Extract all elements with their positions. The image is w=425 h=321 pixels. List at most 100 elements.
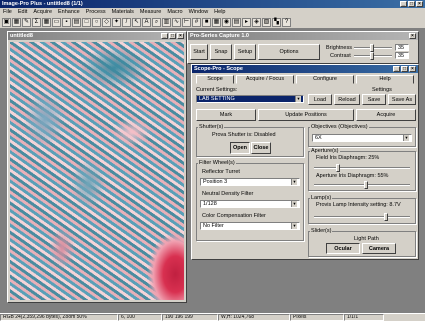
tab-scope[interactable]: Scope	[196, 75, 234, 84]
color-icon[interactable]: ■	[202, 17, 211, 27]
text-icon[interactable]: A	[142, 17, 151, 27]
plugin-icon[interactable]: ◈	[252, 17, 261, 27]
camera-button[interactable]: Camera	[362, 243, 396, 254]
menu-edit[interactable]: Edit	[18, 9, 27, 15]
camera-icon[interactable]: ▣	[2, 17, 11, 27]
menu-window[interactable]: Window	[189, 9, 209, 15]
contrast-label: Contrast	[330, 53, 351, 59]
menu-measure[interactable]: Measure	[140, 9, 161, 15]
pen-icon[interactable]: ✎	[22, 17, 31, 27]
menu-process[interactable]: Process	[86, 9, 106, 15]
nd-filter-value: 1/128	[203, 201, 217, 207]
apertures-label: Aperture(s)	[310, 148, 340, 154]
start-button[interactable]: Start	[190, 44, 208, 60]
menu-help[interactable]: Help	[214, 9, 225, 15]
field-iris-slider[interactable]	[314, 164, 410, 172]
layers-icon[interactable]: ▧	[262, 17, 271, 27]
brightness-slider-thumb[interactable]	[370, 44, 374, 52]
scope-close-button[interactable]: ×	[409, 66, 416, 72]
save-as-button[interactable]: Save As	[388, 94, 416, 105]
snap-button[interactable]: Snap	[210, 44, 232, 60]
update-positions-button[interactable]: Update Positions	[258, 109, 354, 121]
microscope-image[interactable]	[10, 42, 184, 300]
cc-filter-dropdown[interactable]: No Filter ▼	[200, 222, 300, 230]
tab-configure[interactable]: Configure	[296, 75, 354, 84]
menu-enhance[interactable]: Enhance	[58, 9, 80, 15]
chart-icon[interactable]: ▚	[272, 17, 281, 27]
scope-icon[interactable]: ◉	[222, 17, 231, 27]
folder-icon[interactable]: ▭	[52, 17, 61, 27]
cc-filter-label: Color Compensation Filter	[202, 213, 266, 219]
image-close-button[interactable]: ×	[177, 33, 184, 39]
aperture-iris-slider[interactable]	[314, 181, 410, 189]
status-info: RGB 24(2,359,296 bytes), Zoom 50%	[0, 314, 118, 321]
sigma-icon[interactable]: Σ	[32, 17, 41, 27]
table-icon[interactable]: ▦	[212, 17, 221, 27]
lamp-thumb[interactable]	[384, 213, 388, 221]
current-settings-dropdown[interactable]: LAB SETTING ▼	[196, 95, 304, 103]
setup-button[interactable]: Setup	[234, 44, 256, 60]
scope-maximize-button[interactable]: □	[401, 66, 408, 72]
menu-bar: File Edit Acquire Enhance Process Materi…	[0, 8, 425, 16]
maximize-button[interactable]: □	[408, 1, 415, 7]
shutter-status: Prova Shutter is: Disabled	[212, 132, 276, 138]
save-button[interactable]: Save	[362, 94, 386, 105]
reload-button[interactable]: Reload	[334, 94, 360, 105]
chevron-down-icon: ▼	[291, 223, 297, 229]
brightness-slider[interactable]	[354, 44, 392, 52]
menu-macro[interactable]: Macro	[167, 9, 182, 15]
menu-acquire[interactable]: Acquire	[33, 9, 52, 15]
image-minimize-button[interactable]: _	[161, 33, 168, 39]
grid-icon[interactable]: ▦	[12, 17, 21, 27]
aperture-iris-thumb[interactable]	[364, 181, 368, 189]
histogram-icon[interactable]: ▥	[162, 17, 171, 27]
zoom-icon[interactable]: ⌕	[152, 17, 161, 27]
scope-minimize-button[interactable]: _	[393, 66, 400, 72]
pointer-icon[interactable]: ↖	[132, 17, 141, 27]
brush-icon[interactable]: /	[122, 17, 131, 27]
image-maximize-button[interactable]: □	[169, 33, 176, 39]
ocular-button[interactable]: Ocular	[326, 243, 360, 254]
close-button[interactable]: ×	[416, 1, 423, 7]
acquire-button[interactable]: Acquire	[356, 109, 416, 121]
tab-help[interactable]: Help	[356, 75, 414, 84]
macro-icon[interactable]: ▸	[242, 17, 251, 27]
objective-value: 6X	[315, 135, 322, 141]
menu-materials[interactable]: Materials	[112, 9, 134, 15]
help-icon[interactable]: ?	[282, 17, 291, 27]
load-button[interactable]: Load	[308, 94, 332, 105]
measure-icon[interactable]: ⊢	[182, 17, 191, 27]
tab-acquire-focus[interactable]: Acquire / Focus	[236, 75, 294, 84]
capture-close-button[interactable]: ×	[409, 33, 416, 39]
lamps-label: Lamp(s)	[310, 195, 333, 201]
objective-dropdown[interactable]: 6X ▼	[312, 134, 412, 142]
menu-file[interactable]: File	[3, 9, 12, 15]
filter-icon[interactable]: ▤	[232, 17, 241, 27]
reflector-dropdown[interactable]: Position 3 ▼	[200, 178, 300, 186]
shutter-open-button[interactable]: Open	[230, 142, 250, 154]
save-icon[interactable]: ▪	[62, 17, 71, 27]
mark-button[interactable]: Mark	[196, 109, 256, 121]
minimize-button[interactable]: _	[400, 1, 407, 7]
magic-wand-icon[interactable]: ✦	[112, 17, 121, 27]
polygon-select-icon[interactable]: ◇	[102, 17, 111, 27]
grid-2-icon[interactable]: ▦	[42, 17, 51, 27]
chevron-down-icon: ▼	[291, 179, 297, 185]
ellipse-select-icon[interactable]: ○	[92, 17, 101, 27]
scope-title-bar: Scope-Pro - Scope _ □ ×	[192, 65, 418, 73]
nd-filter-dropdown[interactable]: 1/128 ▼	[200, 200, 300, 208]
print-icon[interactable]: ▤	[72, 17, 81, 27]
brightness-value[interactable]: 35	[395, 44, 409, 51]
profile-icon[interactable]: ∿	[172, 17, 181, 27]
count-icon[interactable]: #	[192, 17, 201, 27]
rect-select-icon[interactable]: □	[82, 17, 91, 27]
lamp-slider[interactable]	[314, 213, 410, 221]
contrast-slider-thumb[interactable]	[370, 52, 374, 60]
capture-window: Pro-Series Capture 1.0 × Start Snap Setu…	[187, 31, 419, 64]
contrast-slider[interactable]	[354, 52, 392, 60]
contrast-value[interactable]: 35	[395, 52, 409, 59]
options-button[interactable]: Options	[258, 44, 320, 60]
field-iris-thumb[interactable]	[336, 164, 340, 172]
capture-title: Pro-Series Capture 1.0	[190, 33, 249, 39]
shutter-close-button[interactable]: Close	[251, 142, 271, 154]
